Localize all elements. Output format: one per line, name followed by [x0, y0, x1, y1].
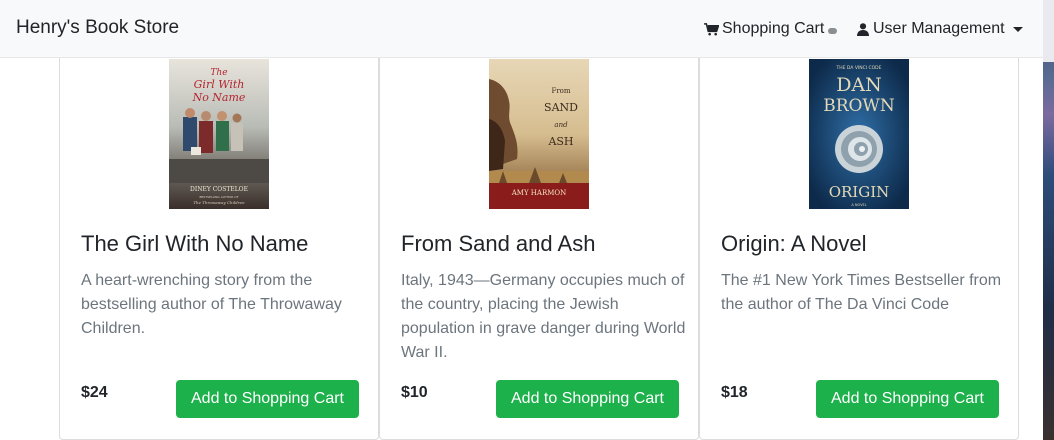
dropdown-caret-icon	[1012, 26, 1023, 32]
book-description: A heart-wrenching story from the bestsel…	[81, 272, 342, 337]
nav-cart-label: Shopping Cart	[722, 20, 825, 37]
add-to-cart-button[interactable]: Add to Shopping Cart	[496, 380, 679, 418]
navbar: Henry's Book Store Shopping Cart User Ma…	[0, 0, 1043, 58]
user-icon	[857, 22, 869, 36]
nav-user-label: User Management	[873, 20, 1005, 37]
background-window-edge-top	[1043, 0, 1054, 62]
brand-link[interactable]: Henry's Book Store	[16, 17, 179, 39]
add-to-cart-button[interactable]: Add to Shopping Cart	[176, 380, 359, 418]
book-description: Italy, 1943—Germany occupies much of the…	[401, 272, 686, 361]
cart-count-badge	[828, 27, 838, 34]
nav-shopping-cart[interactable]: Shopping Cart	[704, 20, 838, 38]
book-title[interactable]: Origin: A Novel	[721, 231, 867, 257]
svg-text:The Throwaway Children: The Throwaway Children	[193, 200, 245, 205]
svg-text:DINEY COSTELOE: DINEY COSTELOE	[190, 186, 248, 193]
nav-user-management[interactable]: User Management	[857, 20, 1023, 38]
svg-text:No Name: No Name	[192, 91, 246, 104]
svg-text:AMY HARMON: AMY HARMON	[511, 189, 567, 197]
book-cover-image[interactable]: From SAND and ASH AMY HARMON	[489, 59, 589, 209]
svg-text:BESTSELLING AUTHOR OF: BESTSELLING AUTHOR OF	[199, 195, 238, 199]
svg-text:ASH: ASH	[547, 135, 573, 148]
svg-text:Girl With: Girl With	[194, 78, 245, 91]
book-card: The Girl With No Name DINEY COSTELOE BES…	[59, 58, 379, 440]
book-price: $10	[401, 384, 428, 401]
svg-text:SAND: SAND	[544, 101, 578, 114]
book-title[interactable]: From Sand and Ash	[401, 231, 595, 257]
book-price: $24	[81, 384, 108, 401]
book-cover-image[interactable]: The Girl With No Name DINEY COSTELOE BES…	[169, 59, 269, 209]
svg-text:ORIGIN: ORIGIN	[829, 183, 890, 201]
book-price: $18	[721, 384, 748, 401]
book-card: From SAND and ASH AMY HARMON From Sand a…	[379, 58, 699, 440]
svg-text:The: The	[210, 68, 227, 78]
book-cover-image[interactable]: THE DA VINCI CODE DAN BROWN ORIGIN A NOV…	[809, 59, 909, 209]
book-card: THE DA VINCI CODE DAN BROWN ORIGIN A NOV…	[699, 58, 1019, 440]
add-to-cart-button[interactable]: Add to Shopping Cart	[816, 380, 999, 418]
svg-text:DAN: DAN	[836, 74, 882, 96]
svg-text:and: and	[554, 121, 568, 129]
book-title[interactable]: The Girl With No Name	[81, 231, 308, 257]
background-window-edge	[1043, 0, 1054, 440]
svg-text:From: From	[551, 87, 570, 95]
svg-text:BROWN: BROWN	[823, 96, 895, 116]
book-description: The #1 New York Times Bestseller from th…	[721, 272, 1002, 313]
shopping-cart-icon	[704, 22, 719, 35]
svg-text:THE DA VINCI CODE: THE DA VINCI CODE	[836, 65, 882, 71]
svg-text:A NOVEL: A NOVEL	[851, 203, 866, 207]
